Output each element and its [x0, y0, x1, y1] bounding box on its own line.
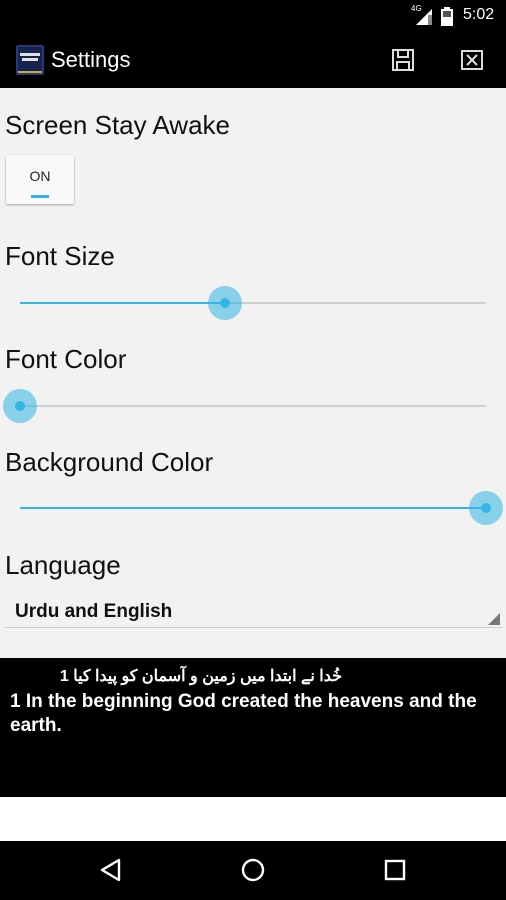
- battery-icon: [441, 7, 453, 26]
- preview-urdu-text: خُدا نے ابتدا میں زمین و آسمان کو پیدا ک…: [59, 668, 342, 685]
- slider-fill: [20, 507, 486, 509]
- screen-awake-toggle[interactable]: ON: [6, 155, 74, 204]
- recent-apps-icon[interactable]: [384, 859, 406, 881]
- navigation-bar: [0, 841, 506, 900]
- settings-panel: Screen Stay Awake ON Font Size Font Colo…: [0, 88, 506, 658]
- signal-icon: [416, 9, 432, 25]
- screen-awake-label: Screen Stay Awake: [5, 110, 230, 140]
- preview-english-text: 1 In the beginning God created the heave…: [10, 691, 477, 736]
- home-icon[interactable]: [240, 857, 266, 883]
- blank-area: [0, 797, 506, 841]
- action-bar: Settings: [0, 33, 506, 88]
- bible-app-icon: [16, 45, 44, 75]
- screen: 4G 5:02 Settings Screen Stay Awake ON Fo…: [0, 0, 506, 900]
- slider-fill: [20, 302, 226, 304]
- save-icon[interactable]: [389, 46, 417, 74]
- close-icon[interactable]: [458, 46, 486, 74]
- language-spinner[interactable]: Urdu and English: [5, 588, 502, 628]
- slider-thumb[interactable]: [481, 503, 491, 513]
- status-time: 5:02: [463, 6, 495, 23]
- language-label: Language: [5, 550, 121, 580]
- verse-preview: خُدا نے ابتدا میں زمین و آسمان کو پیدا ک…: [0, 658, 506, 797]
- dropdown-corner-icon: [488, 613, 500, 625]
- toggle-state-text: ON: [29, 168, 51, 184]
- background-color-label: Background Color: [5, 447, 214, 477]
- font-color-slider[interactable]: [0, 386, 506, 426]
- toggle-indicator: [31, 195, 49, 198]
- back-icon[interactable]: [98, 857, 124, 883]
- slider-track: [20, 405, 486, 407]
- font-size-label: Font Size: [5, 241, 115, 271]
- slider-thumb[interactable]: [220, 298, 231, 308]
- language-selected: Urdu and English: [15, 601, 173, 622]
- font-color-label: Font Color: [5, 344, 127, 374]
- page-title: Settings: [51, 47, 131, 72]
- slider-thumb[interactable]: [15, 401, 25, 411]
- font-size-slider[interactable]: [0, 283, 506, 323]
- status-bar: 4G 5:02: [0, 0, 506, 33]
- background-color-slider[interactable]: [0, 488, 506, 528]
